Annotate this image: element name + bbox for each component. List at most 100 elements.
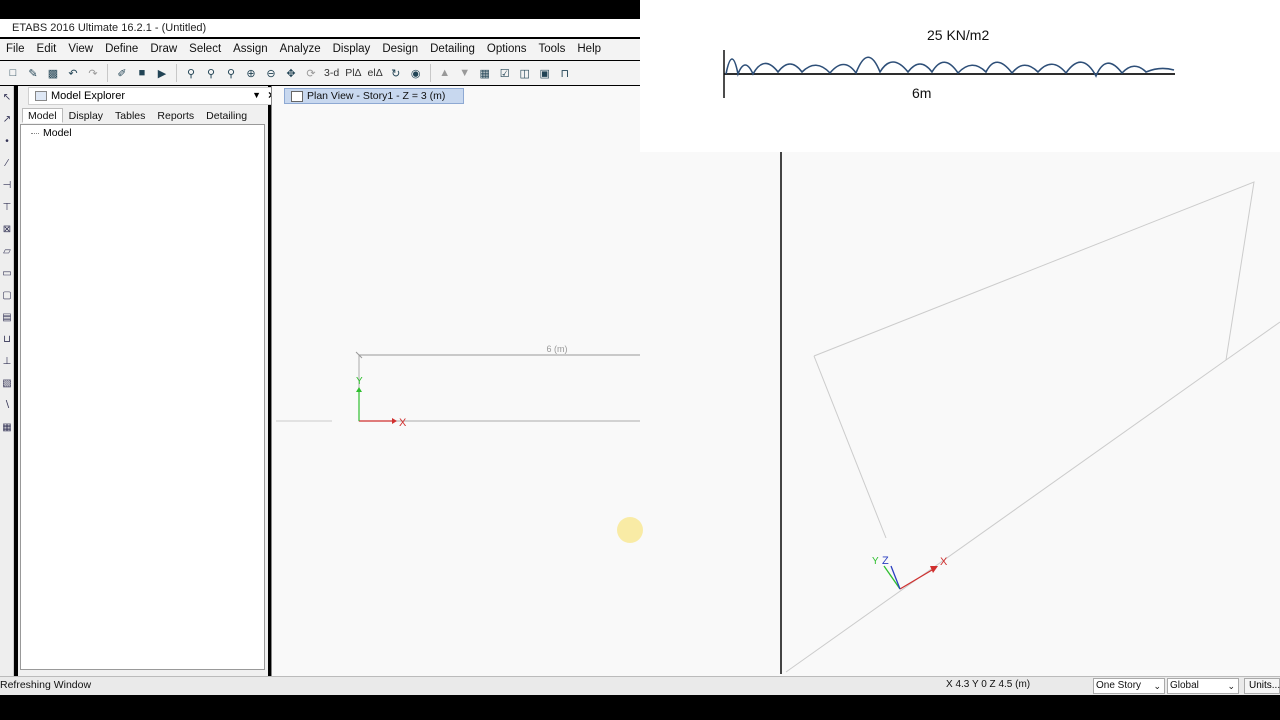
load-sketch-panel: 25 KN/m2 6m: [640, 0, 1280, 152]
x-axis-3d-label: X: [940, 556, 948, 568]
slab-3d-outline: [785, 181, 1255, 673]
draw-link-icon[interactable]: ⊔: [0, 328, 14, 350]
move-up-icon[interactable]: ▲: [436, 64, 454, 82]
menu-analyze[interactable]: Analyze: [274, 39, 327, 60]
draw-section-cut-icon[interactable]: ∖: [0, 394, 14, 416]
draw-brace-icon[interactable]: ⊠: [0, 218, 14, 240]
tab-tables[interactable]: Tables: [109, 108, 152, 123]
coordinate-system-value: Global: [1170, 680, 1199, 691]
tree-node-model[interactable]: Model: [31, 127, 72, 139]
show-grid-icon[interactable]: ▦: [476, 64, 494, 82]
zoom-full-icon[interactable]: ⚲: [222, 64, 240, 82]
menu-select[interactable]: Select: [183, 39, 227, 60]
dropdown-icon[interactable]: ▼: [252, 90, 261, 100]
menu-options[interactable]: Options: [481, 39, 533, 60]
save-icon[interactable]: ▩: [44, 64, 62, 82]
units-button[interactable]: Units...: [1244, 678, 1280, 694]
toolbar-separator: [176, 64, 177, 82]
display-icon[interactable]: ◫: [516, 64, 534, 82]
x-axis-label: X: [399, 417, 407, 429]
elevation-view-button[interactable]: elΔ: [366, 64, 385, 82]
draw-frame-icon[interactable]: ∕: [0, 152, 14, 174]
plan-view-button[interactable]: PlΔ: [343, 64, 363, 82]
reshape-icon[interactable]: ↗: [0, 108, 14, 130]
window-title: ETABS 2016 Ultimate 16.2.1 - (Untitled): [0, 19, 640, 37]
coordinate-system-selector[interactable]: Global ⌄: [1167, 678, 1239, 694]
slab-3d-edge: [1225, 321, 1280, 361]
open-file-icon[interactable]: ✎: [24, 64, 42, 82]
new-file-icon[interactable]: □: [4, 64, 22, 82]
view-3d-button[interactable]: 3-d: [322, 64, 341, 82]
y-axis-label: Y: [356, 376, 363, 387]
undo-icon[interactable]: ↶: [64, 64, 82, 82]
x-axis-3d-arrow: [899, 569, 933, 590]
view-divider[interactable]: [780, 152, 782, 674]
tab-display[interactable]: Display: [62, 108, 110, 123]
3d-view-canvas[interactable]: X Y Z: [640, 152, 1280, 676]
menu-help[interactable]: Help: [571, 39, 607, 60]
run-analysis-icon[interactable]: ▶: [153, 64, 171, 82]
draw-rectangle-icon[interactable]: ▢: [0, 284, 14, 306]
cursor-highlight: [617, 517, 643, 543]
plan-view-canvas[interactable]: 6 (m) X Y: [272, 104, 641, 676]
frame-icon[interactable]: ⊓: [556, 64, 574, 82]
story-selector[interactable]: One Story ⌄: [1093, 678, 1165, 694]
object-shrink-icon[interactable]: ▣: [536, 64, 554, 82]
rotate-icon[interactable]: ⟳: [302, 64, 320, 82]
tab-model[interactable]: Model: [22, 108, 63, 123]
lock-icon[interactable]: ■: [133, 64, 151, 82]
joint-icon[interactable]: •: [0, 130, 14, 152]
redo-icon[interactable]: ↷: [84, 64, 102, 82]
zoom-previous-icon[interactable]: ⚲: [202, 64, 220, 82]
menu-tools[interactable]: Tools: [533, 39, 572, 60]
menu-draw[interactable]: Draw: [144, 39, 183, 60]
model-explorer-panel: Model Explorer ▼ × Model Display Tables …: [18, 86, 282, 676]
draw-dimension-icon[interactable]: ▧: [0, 372, 14, 394]
slab-outline: [358, 354, 641, 422]
draw-floor-icon[interactable]: ▱: [0, 240, 14, 262]
menu-view[interactable]: View: [62, 39, 99, 60]
draw-beam-icon[interactable]: ⊣: [0, 174, 14, 196]
plan-view-tab[interactable]: Plan View - Story1 - Z = 3 (m): [284, 88, 464, 104]
tab-reports[interactable]: Reports: [151, 108, 201, 123]
model-explorer-header: Model Explorer ▼ ×: [28, 87, 282, 105]
menu-design[interactable]: Design: [376, 39, 424, 60]
tab-detailing[interactable]: Detailing: [200, 108, 254, 123]
chevron-down-icon: ⌄: [1153, 681, 1161, 691]
model-tree: Model: [20, 124, 265, 670]
story-selector-value: One Story: [1096, 680, 1142, 691]
view-options-icon[interactable]: ◉: [407, 64, 425, 82]
draw-column-icon[interactable]: ⊤: [0, 196, 14, 218]
draw-toolbar: ↖ ↗ • ∕ ⊣ ⊤ ⊠ ▱ ▭ ▢ ▤ ⊔ ⊥ ▧ ∖ ▦: [0, 86, 14, 676]
refresh-icon[interactable]: ↻: [387, 64, 405, 82]
draw-tendon-icon[interactable]: ⊥: [0, 350, 14, 372]
menu-file[interactable]: File: [0, 39, 31, 60]
pen-icon[interactable]: ✐: [113, 64, 131, 82]
load-sketch: [723, 50, 1175, 98]
menu-edit[interactable]: Edit: [31, 39, 63, 60]
menu-display[interactable]: Display: [327, 39, 377, 60]
dimension-label: 6 (m): [547, 344, 568, 354]
main-toolbar: □ ✎ ▩ ↶ ↷ ✐ ■ ▶ ⚲ ⚲ ⚲ ⊕ ⊖ ✥ ⟳ 3-d PlΔ el…: [0, 61, 640, 85]
y-arrowhead: [356, 387, 362, 392]
check-icon[interactable]: ☑: [496, 64, 514, 82]
draw-opening-icon[interactable]: ▤: [0, 306, 14, 328]
menu-detailing[interactable]: Detailing: [424, 39, 481, 60]
explorer-window-icon: [35, 91, 47, 101]
draw-wall-icon[interactable]: ▭: [0, 262, 14, 284]
zoom-out-icon[interactable]: ⊖: [262, 64, 280, 82]
pointer-icon[interactable]: ↖: [0, 86, 14, 108]
menu-assign[interactable]: Assign: [227, 39, 274, 60]
zoom-in-icon[interactable]: ⊕: [242, 64, 260, 82]
draw-grid-icon[interactable]: ▦: [0, 416, 14, 438]
z-axis-3d-label: Z: [882, 555, 889, 567]
slab-3d-edge: [813, 355, 887, 539]
plan-view-window: Plan View - Story1 - Z = 3 (m) 6 (m) X Y: [271, 86, 641, 676]
pan-icon[interactable]: ✥: [282, 64, 300, 82]
menu-define[interactable]: Define: [99, 39, 144, 60]
bottom-frame: [0, 695, 1280, 720]
move-down-icon[interactable]: ▼: [456, 64, 474, 82]
x-arrowhead: [392, 418, 397, 424]
toolbar-separator: [429, 64, 431, 82]
zoom-window-icon[interactable]: ⚲: [182, 64, 200, 82]
